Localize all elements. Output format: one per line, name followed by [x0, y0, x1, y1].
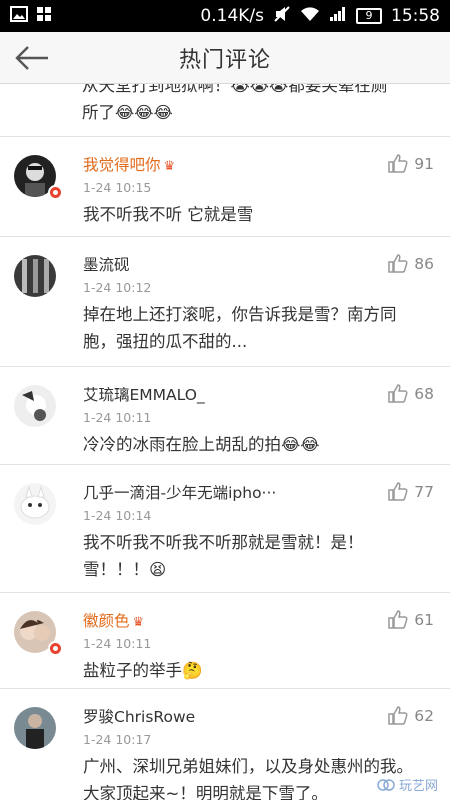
username[interactable]: 徽颜色 ♛	[83, 609, 144, 631]
like-button[interactable]: 86	[388, 254, 434, 273]
username[interactable]: 几乎一滴泪-少年无端ipho···	[83, 481, 276, 503]
like-count: 68	[414, 384, 434, 403]
username[interactable]: 墨流砚	[83, 253, 130, 275]
comment-time: 1-24 10:17	[83, 732, 152, 747]
list-item[interactable]: 墨流砚 1-24 10:12 86 掉在地上还打滚呢，你告诉我是雪？南方同胞，强…	[0, 237, 450, 367]
list-item[interactable]: 徽颜色 ♛ 1-24 10:11 61 盐粒子的举手🤔	[0, 593, 450, 689]
mute-icon	[273, 5, 291, 28]
thumbs-up-icon	[388, 706, 408, 725]
list-item[interactable]: 从天堂打到地狱啊！😭😭😭都要笑晕在厕 所了😂😂😂	[0, 84, 450, 137]
username[interactable]: 罗骏ChrisRowe	[83, 705, 195, 727]
thumbs-up-icon	[388, 384, 408, 403]
image-icon	[10, 6, 28, 26]
back-button[interactable]	[14, 44, 50, 72]
list-item[interactable]: 我觉得吧你 ♛ 1-24 10:15 91 我不听我不听 它就是雪	[0, 137, 450, 237]
verified-badge	[48, 185, 63, 200]
wifi-icon	[300, 6, 320, 27]
thumbs-up-icon	[388, 482, 408, 501]
comment-text: 我不听我不听我不听那就是雪就！是！雪！！！😫	[83, 533, 364, 579]
thumbs-up-icon	[388, 610, 408, 629]
comment-text: 盐粒子的举手🤔	[83, 661, 203, 680]
like-count: 62	[414, 706, 434, 725]
vip-crown-icon: ♛	[132, 615, 145, 630]
list-item[interactable]: 几乎一滴泪-少年无端ipho··· 1-24 10:14 77 我不听我不听我不…	[0, 465, 450, 593]
thumbs-up-icon	[388, 254, 408, 273]
comment-time: 1-24 10:15	[83, 180, 152, 195]
comment-time: 1-24 10:12	[83, 280, 152, 295]
clock: 15:58	[391, 6, 440, 26]
comment-time: 1-24 10:11	[83, 410, 152, 425]
like-button[interactable]: 91	[388, 154, 434, 173]
watermark: 玩艺网	[377, 775, 438, 794]
vip-crown-icon: ♛	[163, 159, 176, 174]
avatar[interactable]	[14, 707, 56, 749]
signal-icon	[329, 6, 347, 27]
avatar[interactable]	[14, 483, 56, 525]
comment-text: 我不听我不听 它就是雪	[83, 205, 254, 224]
username[interactable]: 我觉得吧你 ♛	[83, 153, 175, 175]
battery-icon: 9	[356, 8, 382, 24]
battery-level: 9	[365, 9, 373, 22]
comment-text: 掉在地上还打滚呢，你告诉我是雪？南方同胞，强扭的瓜不甜的...	[83, 305, 397, 351]
comment-time: 1-24 10:11	[83, 636, 152, 651]
like-button[interactable]: 62	[388, 706, 434, 725]
verified-badge	[48, 641, 63, 656]
status-bar: 0.14K/s 9 15:58	[0, 0, 450, 32]
comment-time: 1-24 10:14	[83, 508, 152, 523]
page-title: 热门评论	[178, 47, 271, 73]
comment-text: 从天堂打到地狱啊！😭😭😭都要笑晕在厕 所了😂😂😂	[82, 84, 388, 122]
avatar[interactable]	[14, 385, 56, 427]
watermark-text: 玩艺网	[398, 779, 438, 794]
username[interactable]: 艾琉璃EMMALO_	[83, 383, 205, 405]
thumbs-up-icon	[388, 154, 408, 173]
avatar[interactable]	[14, 255, 56, 297]
comment-text: 冷冷的冰雨在脸上胡乱的拍😂😂	[83, 435, 320, 454]
watermark-logo-icon	[377, 778, 395, 791]
like-count: 86	[414, 254, 434, 273]
like-button[interactable]: 77	[388, 482, 434, 501]
list-item[interactable]: 艾琉璃EMMALO_ 1-24 10:11 68 冷冷的冰雨在脸上胡乱的拍😂😂	[0, 367, 450, 465]
comment-list[interactable]: 从天堂打到地狱啊！😭😭😭都要笑晕在厕 所了😂😂😂 我觉得吧你 ♛ 1-24 10:…	[0, 84, 450, 800]
like-button[interactable]: 61	[388, 610, 434, 629]
like-count: 77	[414, 482, 434, 501]
like-button[interactable]: 68	[388, 384, 434, 403]
nav-bar: 热门评论	[0, 32, 450, 84]
arrow-left-icon	[15, 46, 48, 70]
like-count: 61	[414, 610, 434, 629]
grid-icon	[36, 6, 52, 26]
network-speed: 0.14K/s	[200, 6, 264, 26]
like-count: 91	[414, 154, 434, 173]
